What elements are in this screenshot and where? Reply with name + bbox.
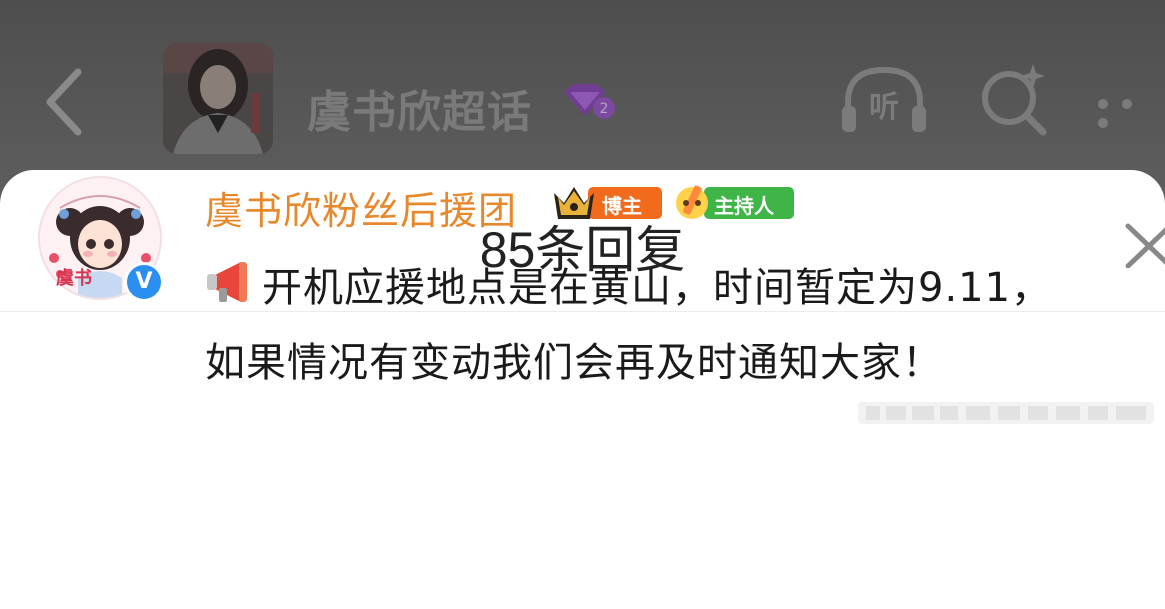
headphones-icon: 听 — [842, 66, 926, 132]
more-button[interactable] — [1098, 94, 1165, 128]
more-dot — [1098, 118, 1108, 128]
level-badge: 2 — [560, 82, 616, 122]
reply-text-line-1: 开机应援地点是在黄山，时间暂定为9.11， — [262, 265, 1053, 311]
megaphone-shape — [207, 262, 247, 302]
reply-sheet: 85条回复 — [0, 170, 1165, 609]
user-avatar[interactable]: 虞书 V — [38, 176, 164, 302]
back-button[interactable] — [38, 66, 90, 138]
host-badge[interactable]: 博主 — [552, 181, 664, 223]
search-sparkle-icon — [982, 64, 1047, 136]
mc-badge-label: 主持人 — [714, 194, 774, 218]
mc-badge[interactable]: 主持人 — [674, 181, 796, 223]
topic-avatar[interactable] — [163, 43, 273, 154]
reply-username[interactable]: 虞书欣粉丝后援团 — [205, 180, 517, 235]
topic-title: 虞书欣超话 — [307, 87, 532, 138]
reply-text-line-2: 如果情况有变动我们会再及时通知大家！ — [205, 340, 943, 386]
listen-button[interactable]: 听 — [838, 62, 930, 138]
verified-icon: V — [124, 262, 164, 302]
level-number: 2 — [600, 101, 609, 117]
megaphone-icon — [205, 258, 261, 306]
watermark-stamp — [858, 398, 1158, 428]
watermark-shape — [858, 402, 1154, 424]
diamond-level-icon: 2 — [564, 84, 615, 119]
avatar-caption: 虞书 — [56, 268, 92, 289]
more-dot — [1098, 99, 1108, 109]
topic-avatar-image — [163, 43, 273, 154]
search-button[interactable] — [975, 60, 1053, 138]
host-badge-label: 博主 — [602, 194, 642, 218]
back-arrow-icon — [46, 68, 82, 136]
listen-label: 听 — [869, 90, 899, 125]
more-dot — [1122, 99, 1132, 109]
